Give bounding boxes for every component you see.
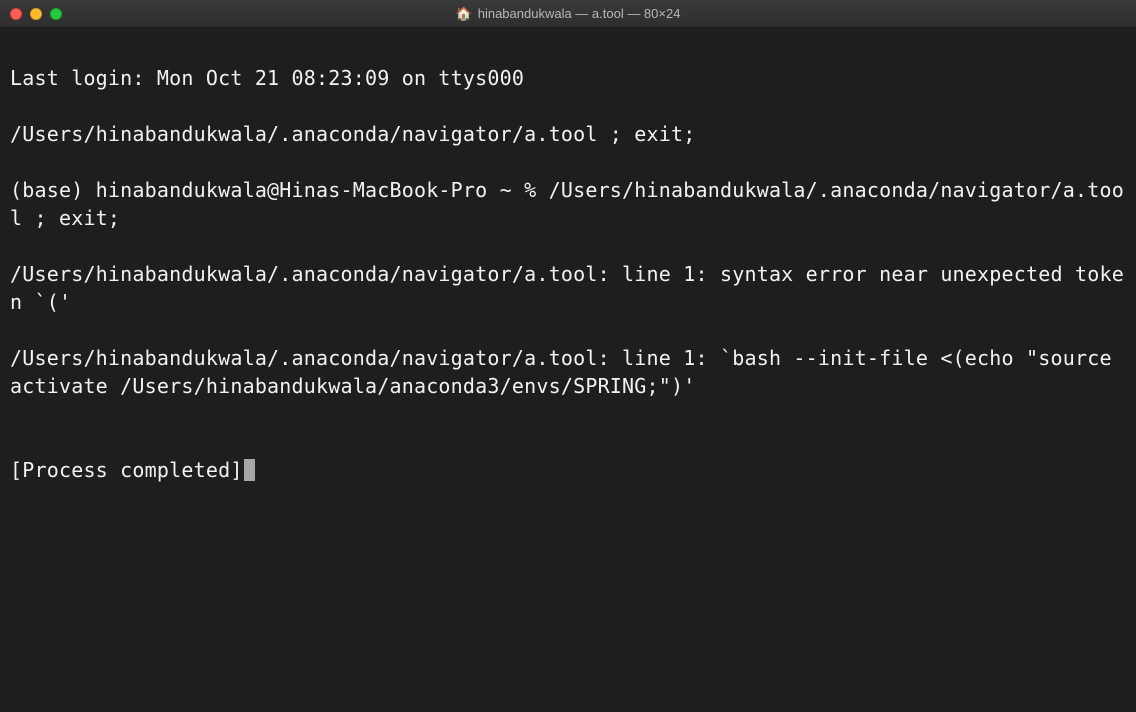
- terminal-line: (base) hinabandukwala@Hinas-MacBook-Pro …: [10, 176, 1126, 232]
- process-status-text: [Process completed]: [10, 456, 243, 484]
- home-icon: 🏠: [456, 7, 472, 20]
- maximize-button[interactable]: [50, 8, 62, 20]
- terminal-line: /Users/hinabandukwala/.anaconda/navigato…: [10, 344, 1126, 400]
- close-button[interactable]: [10, 8, 22, 20]
- terminal-line: Last login: Mon Oct 21 08:23:09 on ttys0…: [10, 64, 1126, 92]
- minimize-button[interactable]: [30, 8, 42, 20]
- process-status-line: [Process completed]: [10, 456, 1126, 484]
- window-titlebar: 🏠 hinabandukwala — a.tool — 80×24: [0, 0, 1136, 28]
- traffic-lights: [10, 8, 62, 20]
- cursor-icon: [244, 459, 255, 481]
- window-title: hinabandukwala — a.tool — 80×24: [478, 6, 681, 21]
- window-title-wrap: 🏠 hinabandukwala — a.tool — 80×24: [0, 6, 1136, 21]
- terminal-output[interactable]: Last login: Mon Oct 21 08:23:09 on ttys0…: [0, 28, 1136, 520]
- terminal-line: /Users/hinabandukwala/.anaconda/navigato…: [10, 260, 1126, 316]
- terminal-line: /Users/hinabandukwala/.anaconda/navigato…: [10, 120, 1126, 148]
